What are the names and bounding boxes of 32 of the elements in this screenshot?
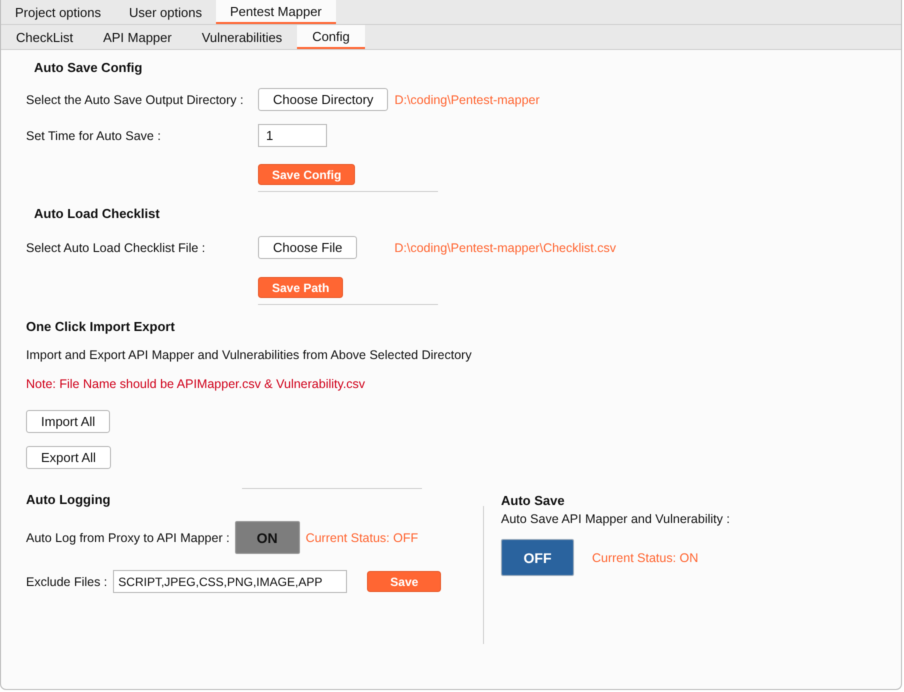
field-label: Select the Auto Save Output Directory : [26, 92, 244, 106]
toggle-button[interactable]: OFF [501, 539, 574, 576]
toggle-button[interactable]: ON [234, 521, 300, 554]
status-text: Current Status: OFF [306, 530, 418, 544]
time-input[interactable]: 1 [258, 124, 327, 147]
section-heading: One Click Import Export [26, 319, 175, 334]
section-heading: Auto Save Config [34, 60, 142, 75]
note-text: Note: File Name should be APIMapper.csv & Vulnerability.csv [26, 377, 366, 391]
field-label: Auto Log from Proxy to API Mapper : [26, 530, 230, 544]
field-label: Auto Save API Mapper and Vulnerability : [501, 512, 730, 526]
choose-directory-button[interactable]: Choose Directory [258, 88, 388, 111]
file-path: D:\coding\Pentest-mapper\Checklist.csv [394, 240, 616, 254]
tab[interactable]: Vulnerabilities [186, 25, 298, 49]
import-button[interactable]: Import All [26, 410, 110, 433]
choose-file-button[interactable]: Choose File [258, 236, 358, 259]
section-heading: Auto Logging [26, 492, 110, 507]
tab[interactable]: API Mapper [88, 25, 187, 49]
tab[interactable]: User options [115, 0, 216, 24]
section-heading: Auto Save [501, 493, 566, 508]
export-button[interactable]: Export All [26, 446, 111, 469]
exclude-input[interactable]: SCRIPT,JPEG,CSS,PNG,IMAGE,APP [113, 570, 348, 593]
field-label: Set Time for Auto Save : [26, 128, 162, 142]
tab[interactable]: Project options [1, 0, 115, 24]
tab[interactable]: CheckList [1, 25, 88, 49]
section-heading: Auto Load Checklist [34, 206, 160, 221]
directory-path: D:\coding\Pentest-mapper [394, 92, 540, 106]
status-text: Current Status: ON [592, 550, 698, 564]
field-label: Exclude Files : [26, 574, 108, 588]
tab[interactable]: Pentest Mapper [216, 0, 336, 24]
tab[interactable]: Config [297, 25, 365, 49]
field-label: Select Auto Load Checklist File : [26, 240, 206, 254]
description-text: Import and Export API Mapper and Vulnerabilities from Above Selected Directory [26, 348, 473, 362]
